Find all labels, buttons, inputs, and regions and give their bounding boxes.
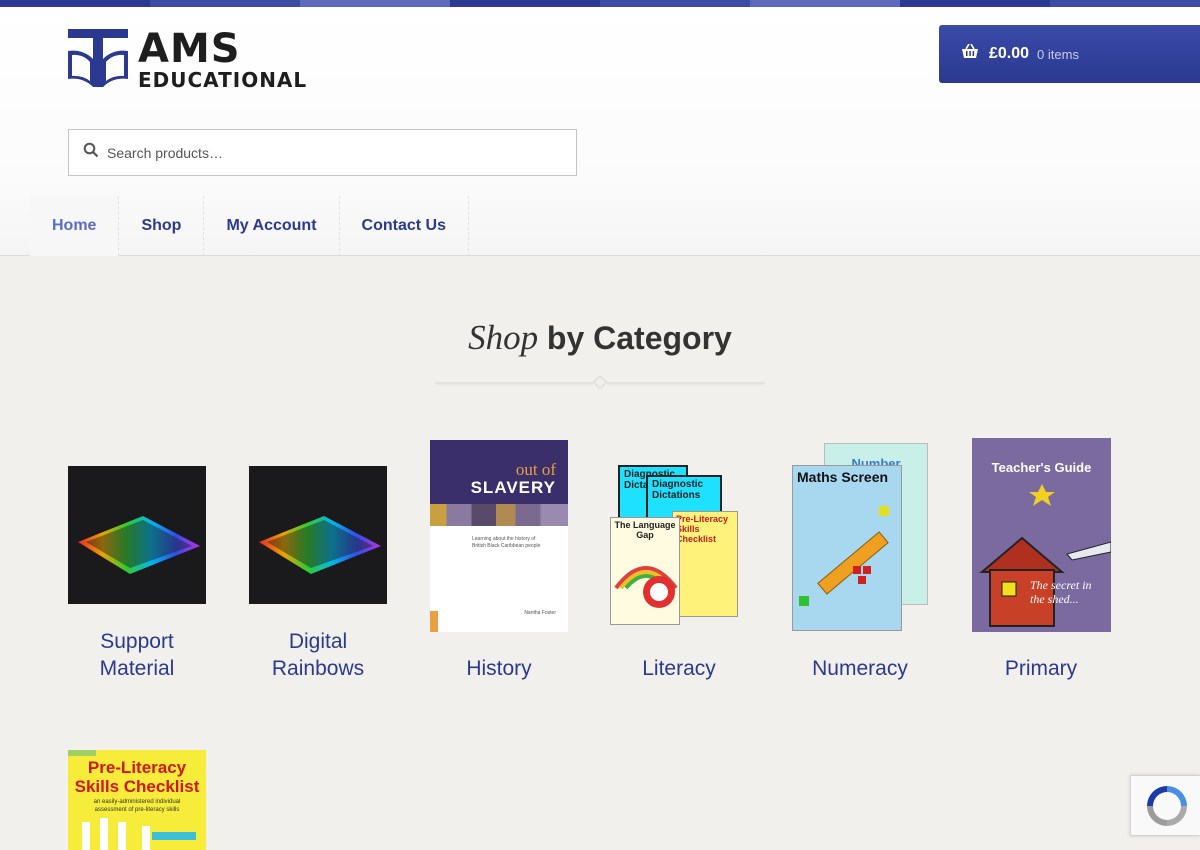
- book-logo-icon: [68, 29, 128, 89]
- product-search: [68, 129, 577, 176]
- category-label-history[interactable]: History: [409, 655, 589, 682]
- cart-amount: £0.00: [989, 45, 1030, 62]
- nav-item-my-account[interactable]: My Account: [204, 196, 340, 256]
- site-logo[interactable]: AMS EDUCATIONAL: [68, 29, 307, 91]
- recaptcha-badge[interactable]: [1130, 775, 1200, 836]
- cart-button[interactable]: £0.00 0 items: [939, 25, 1200, 83]
- search-icon: [83, 142, 99, 163]
- basket-icon: [961, 43, 979, 65]
- logo-title: AMS: [138, 26, 241, 72]
- recaptcha-icon: [1147, 786, 1187, 826]
- category-label-numeracy[interactable]: Numeracy: [770, 655, 950, 682]
- top-accent-bar: [0, 0, 1200, 7]
- category-image-digital-rainbows[interactable]: [249, 466, 387, 604]
- category-image-pre-literacy[interactable]: Pre-Literacy Skills Checklist an easily-…: [68, 750, 206, 850]
- category-label-digital-rainbows[interactable]: Digital Rainbows: [228, 628, 408, 682]
- category-label-support-material[interactable]: Support Material: [47, 628, 227, 682]
- category-image-literacy[interactable]: Diagnostic Dictations Diagnostic Dictati…: [610, 465, 750, 632]
- category-label-primary[interactable]: Primary: [951, 655, 1131, 682]
- category-image-numeracy[interactable]: Number Maths Screen: [790, 443, 932, 633]
- category-label-literacy[interactable]: Literacy: [589, 655, 769, 682]
- section-title-italic: Shop: [468, 318, 539, 357]
- category-image-history[interactable]: out of SLAVERY Learning about the histor…: [430, 440, 568, 632]
- section-title-bold: by Category: [546, 320, 732, 356]
- category-image-support-material[interactable]: [68, 466, 206, 604]
- category-image-primary[interactable]: Teacher's Guide The secret in the shed..…: [972, 438, 1111, 632]
- logo-subtitle: EDUCATIONAL: [138, 68, 308, 92]
- nav-item-home[interactable]: Home: [30, 196, 120, 256]
- nav-item-shop[interactable]: Shop: [119, 196, 205, 256]
- cart-item-count: 0 items: [1037, 46, 1079, 62]
- primary-navigation: Home Shop My Account Contact Us: [30, 196, 469, 256]
- site-header: AMS EDUCATIONAL £0.00 0 items Home S: [0, 7, 1200, 256]
- nav-item-contact-us[interactable]: Contact Us: [340, 196, 469, 256]
- section-title: Shop by Category: [0, 318, 1200, 358]
- title-divider: [435, 376, 765, 390]
- search-input[interactable]: [107, 144, 547, 161]
